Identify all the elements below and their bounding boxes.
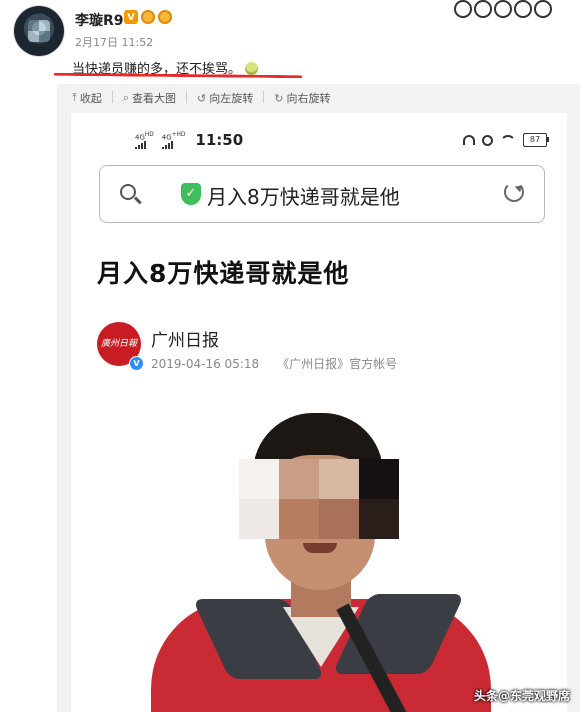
collapse-icon: ⤒ [72, 91, 77, 104]
username[interactable]: 李璇R9 [75, 10, 124, 30]
zoom-icon: ⌕ [122, 91, 130, 104]
embedded-screenshot[interactable]: 4GHD 4G+HD 11:50 87 ✓ 月入8万快递哥就是他 月入8万快递哥… [71, 113, 567, 712]
signal-1: 4GHD [135, 131, 154, 150]
view-large-button[interactable]: ⌕ 查看大图 [123, 90, 176, 106]
publisher-name[interactable]: 广州日报 [151, 326, 219, 351]
article-headline: 月入8万快递哥就是他 [97, 259, 350, 288]
post-date[interactable]: 2月17日 11:52 [75, 34, 153, 50]
rotate-left-button[interactable]: ↺ 向左旋转 [197, 90, 253, 106]
safe-shield-icon: ✓ [181, 183, 201, 205]
search-bar[interactable]: ✓ 月入8万快递哥就是他 [99, 165, 545, 223]
toolbar-divider [186, 91, 188, 103]
headphones-icon [463, 135, 475, 145]
rotate-right-icon: ↻ [274, 91, 284, 105]
battery-icon: 87 [523, 133, 549, 147]
user-avatar[interactable] [14, 6, 64, 56]
alarm-icon [482, 134, 493, 146]
wifi-icon [500, 135, 516, 145]
search-icon [120, 184, 136, 200]
refresh-icon[interactable] [504, 182, 524, 202]
face-mosaic [239, 459, 399, 539]
article-photo [151, 409, 491, 712]
toolbar-divider [263, 91, 265, 103]
user-badges: V [124, 10, 172, 24]
search-query: 月入8万快递哥就是他 [207, 185, 400, 209]
publish-meta: 2019-04-16 05:18 《广州日报》官方帐号 [151, 355, 397, 372]
watermark: 头条@东莞观野席 [473, 689, 570, 703]
publish-time: 2019-04-16 05:18 [151, 357, 260, 371]
rotate-left-icon: ↺ [197, 91, 207, 105]
level-badge-icon [158, 10, 172, 24]
signal-2: 4G+HD [161, 131, 186, 150]
mouth [303, 543, 337, 553]
rotate-right-button[interactable]: ↻ 向右旋转 [274, 90, 330, 106]
grin-emoji-icon [245, 62, 259, 75]
signal-bars-icon [135, 141, 154, 150]
status-time: 11:50 [195, 131, 244, 150]
collapse-button[interactable]: ⤒ 收起 [72, 90, 102, 106]
verified-icon: V [129, 356, 144, 371]
image-toolbar: ⤒ 收起 ⌕ 查看大图 ↺ 向左旋转 ↻ 向右旋转 [72, 90, 330, 106]
publish-account: 《广州日报》官方帐号 [277, 357, 398, 371]
toolbar-divider [111, 91, 113, 103]
verified-badge-icon: V [124, 10, 138, 24]
red-underline-annotation [53, 72, 303, 79]
signal-bars-icon [161, 141, 186, 150]
decorative-sticker-icon [454, 0, 552, 18]
gold-badge-icon [141, 10, 155, 24]
status-bar: 4GHD 4G+HD 11:50 [135, 131, 244, 150]
status-icons: 87 [463, 133, 549, 147]
